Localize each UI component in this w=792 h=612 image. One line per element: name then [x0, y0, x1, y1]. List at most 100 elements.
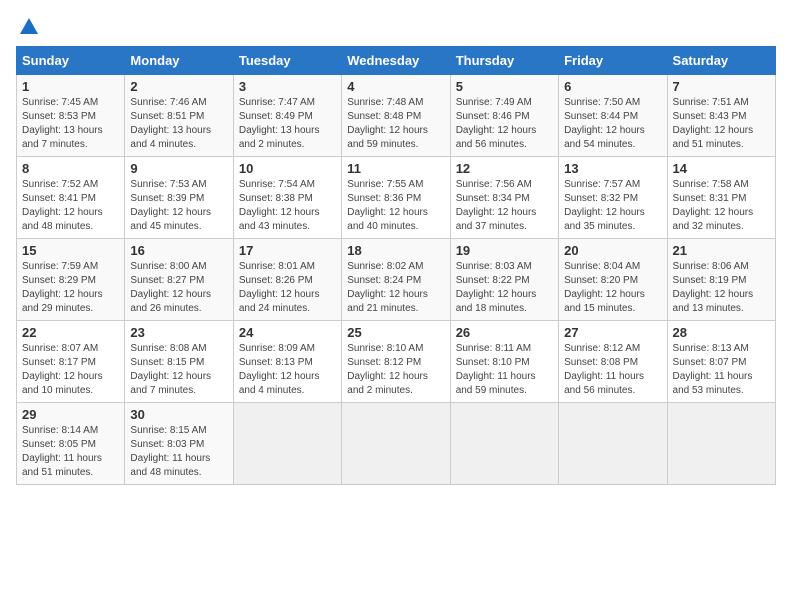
calendar-cell: 10 Sunrise: 7:54 AM Sunset: 8:38 PM Dayl… [233, 157, 341, 239]
calendar-cell: 20 Sunrise: 8:04 AM Sunset: 8:20 PM Dayl… [559, 239, 667, 321]
day-info: Sunrise: 8:09 AM Sunset: 8:13 PM Dayligh… [239, 342, 336, 398]
day-info: Sunrise: 7:54 AM Sunset: 8:38 PM Dayligh… [239, 178, 336, 234]
calendar-cell [667, 403, 775, 485]
day-number: 2 [130, 79, 227, 94]
day-number: 16 [130, 243, 227, 258]
calendar-cell: 2 Sunrise: 7:46 AM Sunset: 8:51 PM Dayli… [125, 75, 233, 157]
weekday-header: Thursday [450, 47, 558, 75]
day-info: Sunrise: 7:53 AM Sunset: 8:39 PM Dayligh… [130, 178, 227, 234]
calendar-cell: 29 Sunrise: 8:14 AM Sunset: 8:05 PM Dayl… [17, 403, 125, 485]
weekday-header-row: SundayMondayTuesdayWednesdayThursdayFrid… [17, 47, 776, 75]
calendar-cell: 15 Sunrise: 7:59 AM Sunset: 8:29 PM Dayl… [17, 239, 125, 321]
day-info: Sunrise: 7:50 AM Sunset: 8:44 PM Dayligh… [564, 96, 661, 152]
calendar-week-row: 1 Sunrise: 7:45 AM Sunset: 8:53 PM Dayli… [17, 75, 776, 157]
day-info: Sunrise: 7:51 AM Sunset: 8:43 PM Dayligh… [673, 96, 770, 152]
calendar-week-row: 8 Sunrise: 7:52 AM Sunset: 8:41 PM Dayli… [17, 157, 776, 239]
day-number: 17 [239, 243, 336, 258]
day-info: Sunrise: 7:55 AM Sunset: 8:36 PM Dayligh… [347, 178, 444, 234]
day-info: Sunrise: 7:45 AM Sunset: 8:53 PM Dayligh… [22, 96, 119, 152]
day-number: 8 [22, 161, 119, 176]
day-number: 21 [673, 243, 770, 258]
weekday-header: Tuesday [233, 47, 341, 75]
calendar-week-row: 22 Sunrise: 8:07 AM Sunset: 8:17 PM Dayl… [17, 321, 776, 403]
day-info: Sunrise: 7:46 AM Sunset: 8:51 PM Dayligh… [130, 96, 227, 152]
calendar-cell: 26 Sunrise: 8:11 AM Sunset: 8:10 PM Dayl… [450, 321, 558, 403]
day-number: 9 [130, 161, 227, 176]
day-number: 28 [673, 325, 770, 340]
logo-icon [18, 16, 40, 38]
day-info: Sunrise: 8:06 AM Sunset: 8:19 PM Dayligh… [673, 260, 770, 316]
calendar-cell: 24 Sunrise: 8:09 AM Sunset: 8:13 PM Dayl… [233, 321, 341, 403]
day-number: 13 [564, 161, 661, 176]
day-info: Sunrise: 8:14 AM Sunset: 8:05 PM Dayligh… [22, 424, 119, 480]
day-number: 25 [347, 325, 444, 340]
calendar-cell: 6 Sunrise: 7:50 AM Sunset: 8:44 PM Dayli… [559, 75, 667, 157]
day-info: Sunrise: 8:12 AM Sunset: 8:08 PM Dayligh… [564, 342, 661, 398]
day-info: Sunrise: 8:15 AM Sunset: 8:03 PM Dayligh… [130, 424, 227, 480]
calendar-cell [342, 403, 450, 485]
calendar-cell: 30 Sunrise: 8:15 AM Sunset: 8:03 PM Dayl… [125, 403, 233, 485]
day-info: Sunrise: 7:56 AM Sunset: 8:34 PM Dayligh… [456, 178, 553, 234]
weekday-header: Friday [559, 47, 667, 75]
day-info: Sunrise: 8:02 AM Sunset: 8:24 PM Dayligh… [347, 260, 444, 316]
day-number: 1 [22, 79, 119, 94]
day-number: 20 [564, 243, 661, 258]
day-info: Sunrise: 8:07 AM Sunset: 8:17 PM Dayligh… [22, 342, 119, 398]
day-info: Sunrise: 7:48 AM Sunset: 8:48 PM Dayligh… [347, 96, 444, 152]
day-number: 18 [347, 243, 444, 258]
calendar-cell: 14 Sunrise: 7:58 AM Sunset: 8:31 PM Dayl… [667, 157, 775, 239]
day-info: Sunrise: 8:08 AM Sunset: 8:15 PM Dayligh… [130, 342, 227, 398]
calendar-cell: 12 Sunrise: 7:56 AM Sunset: 8:34 PM Dayl… [450, 157, 558, 239]
calendar-cell [450, 403, 558, 485]
calendar-cell [233, 403, 341, 485]
weekday-header: Monday [125, 47, 233, 75]
calendar-week-row: 15 Sunrise: 7:59 AM Sunset: 8:29 PM Dayl… [17, 239, 776, 321]
day-info: Sunrise: 8:11 AM Sunset: 8:10 PM Dayligh… [456, 342, 553, 398]
day-number: 22 [22, 325, 119, 340]
day-info: Sunrise: 8:01 AM Sunset: 8:26 PM Dayligh… [239, 260, 336, 316]
calendar-cell: 28 Sunrise: 8:13 AM Sunset: 8:07 PM Dayl… [667, 321, 775, 403]
calendar-cell: 18 Sunrise: 8:02 AM Sunset: 8:24 PM Dayl… [342, 239, 450, 321]
calendar-cell: 9 Sunrise: 7:53 AM Sunset: 8:39 PM Dayli… [125, 157, 233, 239]
calendar-cell: 3 Sunrise: 7:47 AM Sunset: 8:49 PM Dayli… [233, 75, 341, 157]
calendar-cell: 1 Sunrise: 7:45 AM Sunset: 8:53 PM Dayli… [17, 75, 125, 157]
calendar-cell: 23 Sunrise: 8:08 AM Sunset: 8:15 PM Dayl… [125, 321, 233, 403]
calendar-cell: 11 Sunrise: 7:55 AM Sunset: 8:36 PM Dayl… [342, 157, 450, 239]
day-info: Sunrise: 7:47 AM Sunset: 8:49 PM Dayligh… [239, 96, 336, 152]
day-info: Sunrise: 8:10 AM Sunset: 8:12 PM Dayligh… [347, 342, 444, 398]
day-number: 30 [130, 407, 227, 422]
calendar-cell: 5 Sunrise: 7:49 AM Sunset: 8:46 PM Dayli… [450, 75, 558, 157]
day-number: 4 [347, 79, 444, 94]
calendar-cell: 17 Sunrise: 8:01 AM Sunset: 8:26 PM Dayl… [233, 239, 341, 321]
day-info: Sunrise: 8:03 AM Sunset: 8:22 PM Dayligh… [456, 260, 553, 316]
day-info: Sunrise: 7:59 AM Sunset: 8:29 PM Dayligh… [22, 260, 119, 316]
calendar-cell: 13 Sunrise: 7:57 AM Sunset: 8:32 PM Dayl… [559, 157, 667, 239]
weekday-header: Wednesday [342, 47, 450, 75]
calendar-cell: 16 Sunrise: 8:00 AM Sunset: 8:27 PM Dayl… [125, 239, 233, 321]
calendar-cell: 25 Sunrise: 8:10 AM Sunset: 8:12 PM Dayl… [342, 321, 450, 403]
day-info: Sunrise: 7:58 AM Sunset: 8:31 PM Dayligh… [673, 178, 770, 234]
day-number: 23 [130, 325, 227, 340]
day-number: 5 [456, 79, 553, 94]
day-info: Sunrise: 8:00 AM Sunset: 8:27 PM Dayligh… [130, 260, 227, 316]
day-number: 3 [239, 79, 336, 94]
calendar-cell: 27 Sunrise: 8:12 AM Sunset: 8:08 PM Dayl… [559, 321, 667, 403]
calendar-cell: 22 Sunrise: 8:07 AM Sunset: 8:17 PM Dayl… [17, 321, 125, 403]
calendar-table: SundayMondayTuesdayWednesdayThursdayFrid… [16, 46, 776, 485]
day-number: 7 [673, 79, 770, 94]
day-number: 29 [22, 407, 119, 422]
calendar-week-row: 29 Sunrise: 8:14 AM Sunset: 8:05 PM Dayl… [17, 403, 776, 485]
day-number: 24 [239, 325, 336, 340]
logo [16, 16, 40, 38]
day-info: Sunrise: 7:49 AM Sunset: 8:46 PM Dayligh… [456, 96, 553, 152]
day-info: Sunrise: 8:13 AM Sunset: 8:07 PM Dayligh… [673, 342, 770, 398]
day-number: 15 [22, 243, 119, 258]
calendar-cell: 8 Sunrise: 7:52 AM Sunset: 8:41 PM Dayli… [17, 157, 125, 239]
day-number: 27 [564, 325, 661, 340]
day-number: 10 [239, 161, 336, 176]
day-info: Sunrise: 7:52 AM Sunset: 8:41 PM Dayligh… [22, 178, 119, 234]
weekday-header: Sunday [17, 47, 125, 75]
calendar-cell: 21 Sunrise: 8:06 AM Sunset: 8:19 PM Dayl… [667, 239, 775, 321]
calendar-cell: 4 Sunrise: 7:48 AM Sunset: 8:48 PM Dayli… [342, 75, 450, 157]
day-number: 19 [456, 243, 553, 258]
